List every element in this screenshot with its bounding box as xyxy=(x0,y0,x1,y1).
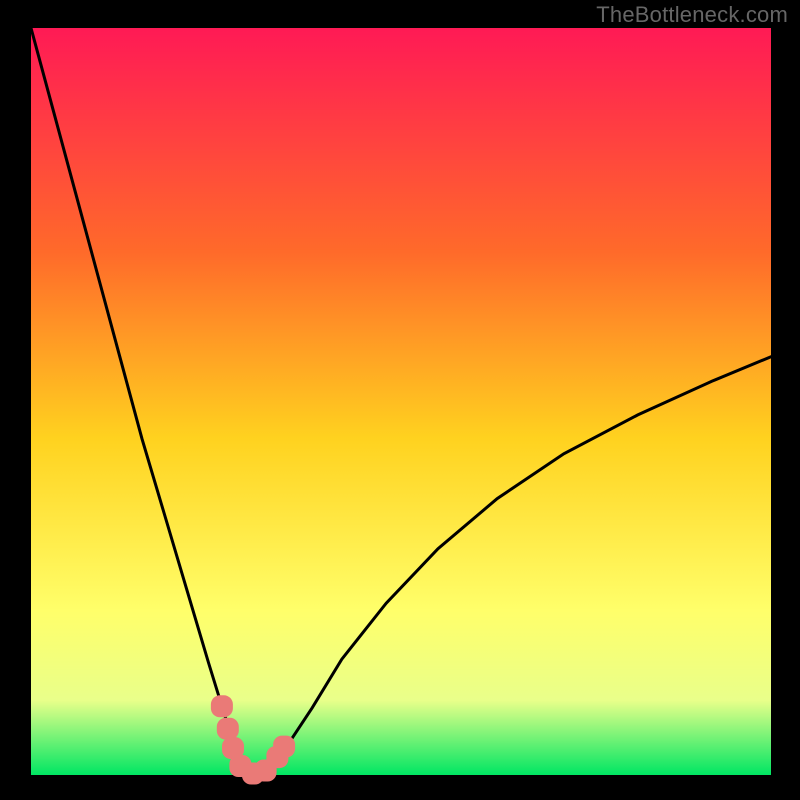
outer-frame: TheBottleneck.com xyxy=(0,0,800,800)
bottleneck-chart xyxy=(0,0,800,800)
plot-area xyxy=(31,28,771,775)
curve-marker xyxy=(273,736,295,758)
curve-marker xyxy=(217,718,239,740)
curve-marker xyxy=(211,695,233,717)
watermark-text: TheBottleneck.com xyxy=(596,2,788,28)
